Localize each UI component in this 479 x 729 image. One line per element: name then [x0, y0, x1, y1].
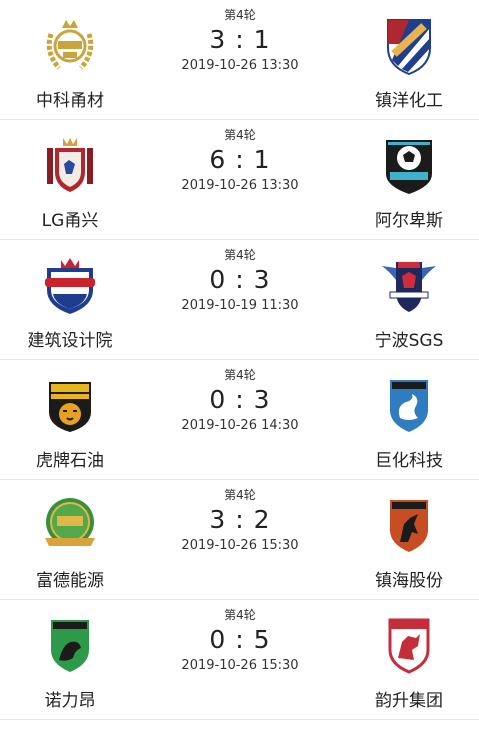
score: 6 : 1 [209, 145, 271, 174]
kirin-shield-icon [39, 614, 101, 676]
home-team[interactable]: 虎牌石油 [10, 368, 130, 471]
match-time: 2019-10-26 15:30 [181, 658, 299, 673]
home-team[interactable]: 富德能源 [10, 488, 130, 591]
match-row[interactable]: 虎牌石油 第4轮 0 : 3 2019-10-26 14:30 巨化科技 [0, 360, 479, 480]
dragon-shield-icon [378, 374, 440, 436]
laurel-crest-icon [39, 14, 101, 76]
green-player-crown-shield-icon [39, 254, 101, 316]
match-time: 2019-10-19 11:30 [181, 298, 299, 313]
away-team[interactable]: 镇洋化工 [349, 8, 469, 111]
lion-coat-of-arms-icon [39, 134, 101, 196]
round-label: 第4轮 [224, 128, 256, 142]
match-time: 2019-10-26 13:30 [181, 58, 299, 73]
away-team-name: 镇海股份 [375, 571, 443, 591]
match-info: 第4轮 0 : 3 2019-10-19 11:30 [150, 240, 330, 313]
home-team-name: 建筑设计院 [27, 331, 113, 351]
match-info: 第4轮 6 : 1 2019-10-26 13:30 [150, 120, 330, 193]
soccer-ball-badge-icon [378, 134, 440, 196]
away-team-name: 阿尔卑斯 [375, 211, 443, 231]
score: 0 : 5 [209, 625, 271, 654]
home-team-name: 诺力昂 [44, 691, 96, 711]
match-row[interactable]: 诺力昂 第4轮 0 : 5 2019-10-26 15:30 韵升集团 [0, 600, 479, 720]
home-team[interactable]: 中科甬材 [10, 8, 130, 111]
round-label: 第4轮 [224, 608, 256, 622]
match-time: 2019-10-26 13:30 [181, 178, 299, 193]
home-team-name: 中科甬材 [36, 91, 104, 111]
griffin-shield-icon [378, 614, 440, 676]
match-time: 2019-10-26 15:30 [181, 538, 299, 553]
home-team-name: LG甬兴 [41, 211, 99, 231]
away-team[interactable]: 宁波SGS [349, 248, 469, 351]
match-list: 中科甬材 第4轮 3 : 1 2019-10-26 13:30 镇洋化工 LG甬… [0, 0, 479, 720]
soccer-2014-champions-badge-icon [39, 494, 101, 556]
home-team[interactable]: 诺力昂 [10, 608, 130, 711]
tiger-fc-badge-icon [39, 374, 101, 436]
match-row[interactable]: 建筑设计院 第4轮 0 : 3 2019-10-19 11:30 宁波SGS [0, 240, 479, 360]
score: 0 : 3 [209, 385, 271, 414]
score: 3 : 2 [209, 505, 271, 534]
score: 3 : 1 [209, 25, 271, 54]
score: 0 : 3 [209, 265, 271, 294]
away-team[interactable]: 阿尔卑斯 [349, 128, 469, 231]
unicorn-shield-icon [378, 494, 440, 556]
match-info: 第4轮 3 : 2 2019-10-26 15:30 [150, 480, 330, 553]
home-team-name: 虎牌石油 [36, 451, 104, 471]
round-label: 第4轮 [224, 8, 256, 22]
match-row[interactable]: 中科甬材 第4轮 3 : 1 2019-10-26 13:30 镇洋化工 [0, 0, 479, 120]
round-label: 第4轮 [224, 488, 256, 502]
home-team[interactable]: 建筑设计院 [10, 248, 130, 351]
home-team-name: 富德能源 [36, 571, 104, 591]
away-team-name: 韵升集团 [375, 691, 443, 711]
match-info: 第4轮 0 : 5 2019-10-26 15:30 [150, 600, 330, 673]
match-info: 第4轮 3 : 1 2019-10-26 13:30 [150, 0, 330, 73]
round-label: 第4轮 [224, 368, 256, 382]
away-team[interactable]: 韵升集团 [349, 608, 469, 711]
away-team[interactable]: 镇海股份 [349, 488, 469, 591]
away-team-name: 镇洋化工 [375, 91, 443, 111]
away-team-name: 宁波SGS [374, 331, 444, 351]
away-team[interactable]: 巨化科技 [349, 368, 469, 471]
winged-football-team-icon [378, 254, 440, 316]
match-row[interactable]: 富德能源 第4轮 3 : 2 2019-10-26 15:30 镇海股份 [0, 480, 479, 600]
home-team[interactable]: LG甬兴 [10, 128, 130, 231]
fc-soccer-shield-icon [378, 14, 440, 76]
away-team-name: 巨化科技 [375, 451, 443, 471]
match-time: 2019-10-26 14:30 [181, 418, 299, 433]
match-info: 第4轮 0 : 3 2019-10-26 14:30 [150, 360, 330, 433]
match-row[interactable]: LG甬兴 第4轮 6 : 1 2019-10-26 13:30 阿尔卑斯 [0, 120, 479, 240]
round-label: 第4轮 [224, 248, 256, 262]
